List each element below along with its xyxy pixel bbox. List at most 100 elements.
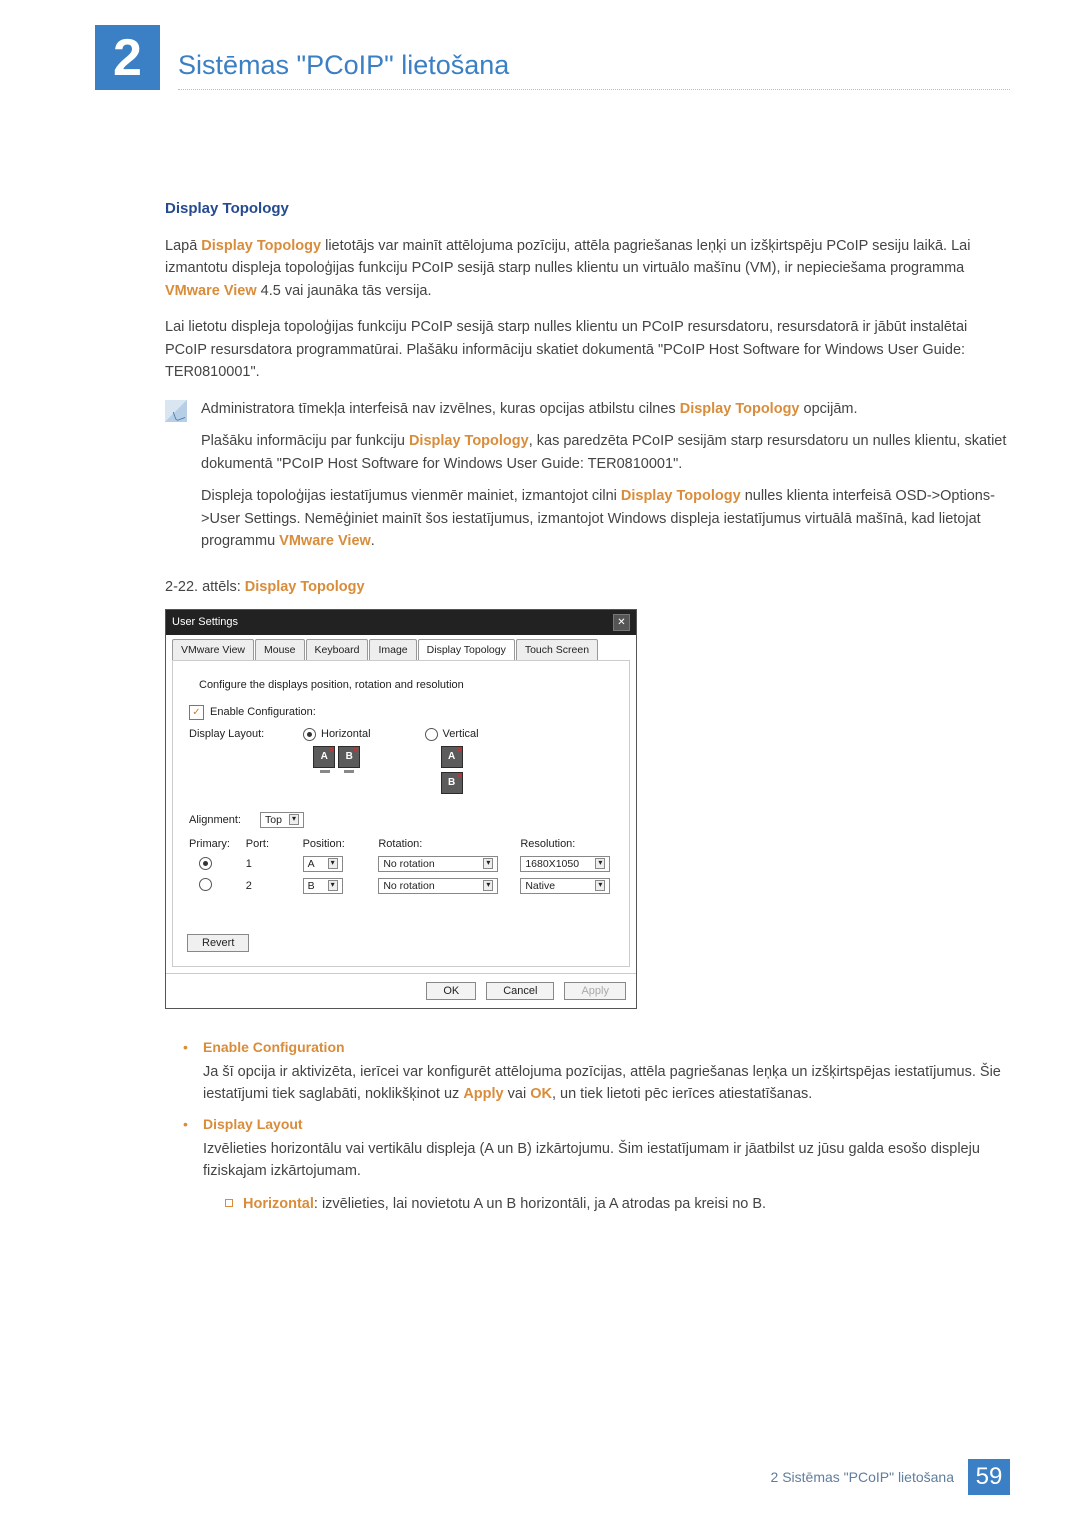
dialog-titlebar: User Settings ✕: [166, 610, 636, 635]
display-row-2: 2 B▾ No rotation ▾ Native ▾: [189, 878, 615, 894]
primary-radio-1[interactable]: [199, 857, 212, 870]
text: opcijām.: [800, 401, 858, 417]
display-row-1: 1 A▾ No rotation▾ 1680X1050▾: [189, 856, 615, 872]
text: , un tiek lietoti pēc ierīces atiestatīš…: [552, 1086, 812, 1102]
rotation-select-2[interactable]: No rotation ▾: [378, 878, 498, 894]
user-settings-dialog: User Settings ✕ VMware View Mouse Keyboa…: [165, 609, 637, 1009]
col-position: Position:: [303, 838, 379, 850]
accent-term: VMware View: [165, 283, 257, 299]
resolution-value: Native: [525, 880, 555, 892]
layout-vertical-label: Vertical: [443, 728, 479, 740]
enable-configuration-label: Enable Configuration:: [210, 706, 316, 718]
text: Displeja topoloģijas iestatījumus vienmē…: [201, 488, 621, 504]
accent-term: Display Topology: [245, 579, 365, 595]
chevron-down-icon: ▾: [289, 814, 299, 825]
bullet-title: Display Layout: [203, 1116, 1010, 1132]
chevron-down-icon: ▾: [328, 858, 338, 869]
cancel-button[interactable]: Cancel: [486, 982, 554, 1000]
accent-term: Apply: [463, 1086, 503, 1102]
bullet-enable-configuration: Enable Configuration Ja šī opcija ir akt…: [183, 1039, 1010, 1106]
text: 2-22. attēls:: [165, 579, 245, 595]
layout-vertical-radio[interactable]: [425, 728, 438, 741]
horizontal-preview-icon: A B: [313, 746, 360, 773]
text: Plašāku informāciju par funkciju: [201, 433, 409, 449]
port-2: 2: [246, 880, 303, 892]
chevron-down-icon: ▾: [483, 858, 493, 869]
chevron-down-icon: ▾: [595, 858, 605, 869]
tab-display-topology[interactable]: Display Topology: [418, 639, 515, 660]
text: : izvēlieties, lai novietotu A un B hori…: [314, 1196, 766, 1212]
apply-button[interactable]: Apply: [564, 982, 626, 1000]
resolution-value: 1680X1050: [525, 858, 579, 870]
col-resolution: Resolution:: [520, 838, 615, 850]
tab-keyboard[interactable]: Keyboard: [306, 639, 369, 660]
monitor-b-icon: B: [441, 772, 463, 794]
dialog-title: User Settings: [172, 616, 238, 628]
accent-term: Display Topology: [621, 488, 741, 504]
intro-paragraph-1: Lapā Display Topology lietotājs var main…: [165, 235, 1010, 302]
revert-button[interactable]: Revert: [187, 934, 249, 952]
page-footer: 2 Sistēmas "PCoIP" lietošana 59: [771, 1459, 1010, 1495]
rotation-value: No rotation: [383, 880, 434, 892]
accent-term: Horizontal: [243, 1196, 314, 1212]
alignment-label: Alignment:: [189, 814, 254, 826]
chevron-down-icon: ▾: [595, 880, 605, 891]
accent-term: VMware View: [279, 533, 371, 549]
port-1: 1: [246, 858, 303, 870]
footer-text: 2 Sistēmas "PCoIP" lietošana: [771, 1469, 954, 1485]
tab-mouse[interactable]: Mouse: [255, 639, 305, 660]
accent-term: OK: [530, 1086, 552, 1102]
chapter-header: 2 Sistēmas "PCoIP" lietošana: [95, 25, 1010, 90]
dialog-tabs: VMware View Mouse Keyboard Image Display…: [166, 635, 636, 660]
tab-touch-screen[interactable]: Touch Screen: [516, 639, 598, 660]
position-select-2[interactable]: B▾: [303, 878, 343, 894]
config-description: Configure the displays position, rotatio…: [199, 679, 615, 691]
monitor-a-icon: A: [441, 746, 463, 768]
layout-horizontal-label: Horizontal: [321, 728, 371, 740]
note-p2: Plašāku informāciju par funkciju Display…: [201, 430, 1010, 475]
text: vai: [504, 1086, 531, 1102]
layout-horizontal-radio[interactable]: [303, 728, 316, 741]
chevron-down-icon: ▾: [483, 880, 493, 891]
primary-radio-2[interactable]: [199, 878, 212, 891]
note-icon: [165, 400, 187, 422]
monitor-a-icon: A: [313, 746, 335, 768]
sub-bullet-horizontal: Horizontal: izvēlieties, lai novietotu A…: [225, 1193, 1010, 1215]
tab-image[interactable]: Image: [369, 639, 416, 660]
monitor-b-icon: B: [338, 746, 360, 768]
bullet-display-layout: Display Layout Izvēlieties horizontālu v…: [183, 1116, 1010, 1215]
bullet-body: Izvēlieties horizontālu vai vertikālu di…: [203, 1138, 1010, 1183]
alignment-select[interactable]: Top ▾: [260, 812, 304, 828]
text: 4.5 vai jaunāka tās versija.: [257, 283, 432, 299]
bullet-title: Enable Configuration: [203, 1039, 1010, 1055]
vertical-preview-icon: A B: [441, 746, 463, 798]
enable-configuration-checkbox[interactable]: ✓: [189, 705, 204, 720]
text: Lapā: [165, 238, 201, 254]
col-rotation: Rotation:: [378, 838, 520, 850]
accent-term: Display Topology: [201, 238, 321, 254]
rotation-select-1[interactable]: No rotation ▾: [378, 856, 498, 872]
text: Administratora tīmekļa interfeisā nav iz…: [201, 401, 680, 417]
chapter-number-badge: 2: [95, 25, 160, 90]
figure-caption: 2-22. attēls: Display Topology: [165, 579, 1010, 595]
resolution-select-2[interactable]: Native ▾: [520, 878, 610, 894]
position-value: A: [308, 858, 315, 870]
col-port: Port:: [246, 838, 303, 850]
text: .: [371, 533, 375, 549]
accent-term: Display Topology: [680, 401, 800, 417]
alignment-value: Top: [265, 814, 282, 826]
accent-term: Display Topology: [409, 433, 529, 449]
position-select-1[interactable]: A▾: [303, 856, 343, 872]
resolution-select-1[interactable]: 1680X1050 ▾: [520, 856, 610, 872]
close-icon[interactable]: ✕: [613, 614, 630, 631]
tab-vmware-view[interactable]: VMware View: [172, 639, 254, 660]
page-number: 59: [968, 1459, 1010, 1495]
col-primary: Primary:: [189, 838, 246, 850]
rotation-value: No rotation: [383, 858, 434, 870]
note-p3: Displeja topoloģijas iestatījumus vienmē…: [201, 485, 1010, 552]
intro-paragraph-2: Lai lietotu displeja topoloģijas funkcij…: [165, 316, 1010, 383]
chapter-title: Sistēmas "PCoIP" lietošana: [178, 50, 1010, 90]
note-p1: Administratora tīmekļa interfeisā nav iz…: [201, 398, 1010, 420]
ok-button[interactable]: OK: [426, 982, 476, 1000]
chevron-down-icon: ▾: [328, 880, 338, 891]
